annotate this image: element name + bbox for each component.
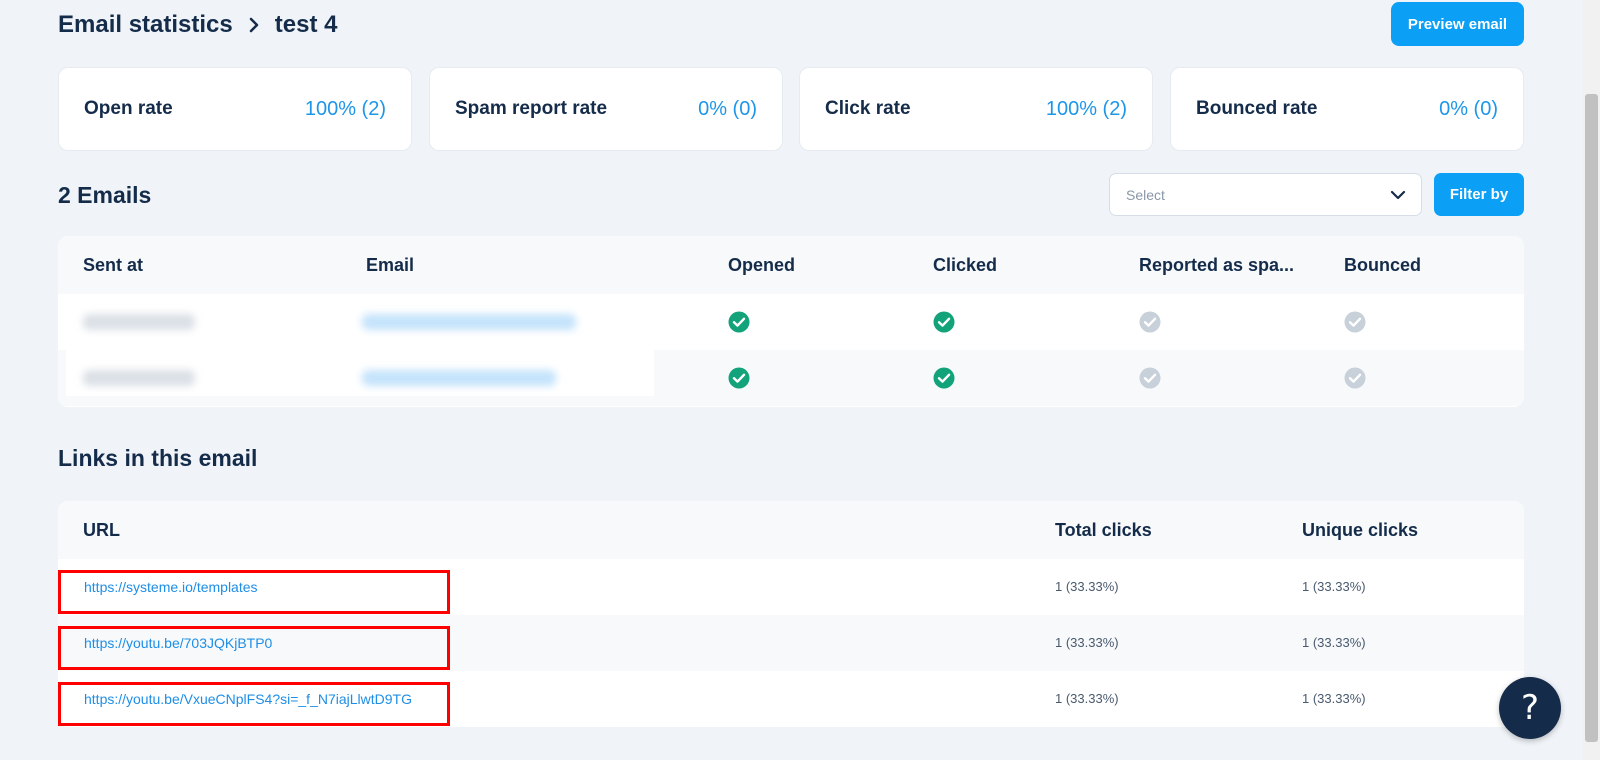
breadcrumb: Email statistics test 4 <box>58 11 337 39</box>
column-url: URL <box>83 520 120 540</box>
link-url[interactable]: https://youtu.be/703JQKjBTP0 <box>84 635 272 651</box>
check-circle-inactive-icon <box>1139 311 1161 333</box>
check-circle-inactive-icon <box>1344 311 1366 333</box>
column-total-clicks: Total clicks <box>1055 520 1152 540</box>
select-placeholder: Select <box>1126 187 1165 203</box>
stat-value: 100% (2) <box>304 98 386 120</box>
help-button[interactable]: ? <box>1499 677 1561 739</box>
check-circle-inactive-icon <box>1139 367 1161 389</box>
link-url[interactable]: https://systeme.io/templates <box>84 579 258 595</box>
stat-label: Spam report rate <box>455 98 608 119</box>
email-value-redacted[interactable] <box>362 370 556 386</box>
link-url[interactable]: https://youtu.be/VxueCNplFS4?si=_f_N7iaj… <box>84 691 412 707</box>
table-row: https://youtu.be/703JQKjBTP0 1 (33.33%) … <box>58 615 1524 671</box>
unique-clicks-value: 1 (33.33%) <box>1302 579 1366 594</box>
filter-by-button[interactable]: Filter by <box>1434 173 1524 216</box>
column-reported-as-spam: Reported as spa... <box>1139 255 1295 275</box>
stat-label: Click rate <box>825 98 911 119</box>
stat-value: 100% (2) <box>1045 98 1127 120</box>
email-value-redacted[interactable] <box>362 314 576 330</box>
unique-clicks-value: 1 (33.33%) <box>1302 691 1366 706</box>
emails-count-title: 2 Emails <box>58 182 152 208</box>
total-clicks-value: 1 (33.33%) <box>1055 691 1119 706</box>
column-sent-at: Sent at <box>83 255 144 275</box>
check-circle-inactive-icon <box>1344 367 1366 389</box>
total-clicks-value: 1 (33.33%) <box>1055 579 1119 594</box>
sent-at-value-redacted <box>83 314 195 330</box>
links-table-header: URL Total clicks Unique clicks <box>58 501 1524 559</box>
stat-card-spam-report-rate: Spam report rate 0% (0) <box>429 67 783 151</box>
chevron-down-icon <box>1389 186 1407 204</box>
stat-card-click-rate: Click rate 100% (2) <box>799 67 1153 151</box>
table-row: https://youtu.be/VxueCNplFS4?si=_f_N7iaj… <box>58 671 1524 727</box>
column-clicked: Clicked <box>933 255 998 275</box>
stats-row: Open rate 100% (2) Spam report rate 0% (… <box>58 67 1524 151</box>
table-row <box>58 294 1524 350</box>
check-circle-icon <box>728 367 750 389</box>
emails-table-header: Sent at Email Opened Clicked Reported as… <box>58 236 1524 294</box>
column-opened: Opened <box>728 255 796 275</box>
scrollbar-thumb[interactable] <box>1585 94 1598 742</box>
chevron-right-icon <box>241 13 267 37</box>
column-unique-clicks: Unique clicks <box>1302 520 1419 540</box>
stat-value: 0% (0) <box>1439 98 1498 120</box>
check-circle-icon <box>728 311 750 333</box>
stat-value: 0% (0) <box>698 98 757 120</box>
stat-card-bounced-rate: Bounced rate 0% (0) <box>1170 67 1524 151</box>
page-header: Email statistics test 4 Preview email <box>58 0 1524 48</box>
sent-at-value-redacted <box>83 370 195 386</box>
breadcrumb-current: test 4 <box>274 11 338 38</box>
column-email: Email <box>366 255 415 275</box>
preview-email-button[interactable]: Preview email <box>1391 2 1524 46</box>
unique-clicks-value: 1 (33.33%) <box>1302 635 1366 650</box>
total-clicks-value: 1 (33.33%) <box>1055 635 1119 650</box>
check-circle-icon <box>933 311 955 333</box>
emails-table: Sent at Email Opened Clicked Reported as… <box>58 236 1524 407</box>
links-table: URL Total clicks Unique clicks https://s… <box>58 501 1524 727</box>
filter-select[interactable]: Select <box>1109 173 1422 216</box>
stat-label: Bounced rate <box>1196 98 1318 119</box>
breadcrumb-root[interactable]: Email statistics <box>58 11 233 39</box>
check-circle-icon <box>933 367 955 389</box>
stat-label: Open rate <box>84 98 173 119</box>
links-section-title: Links in this email <box>58 445 258 471</box>
stat-card-open-rate: Open rate 100% (2) <box>58 67 412 151</box>
table-row <box>58 350 1524 406</box>
column-bounced: Bounced <box>1344 255 1422 275</box>
table-row: https://systeme.io/templates 1 (33.33%) … <box>58 559 1524 615</box>
